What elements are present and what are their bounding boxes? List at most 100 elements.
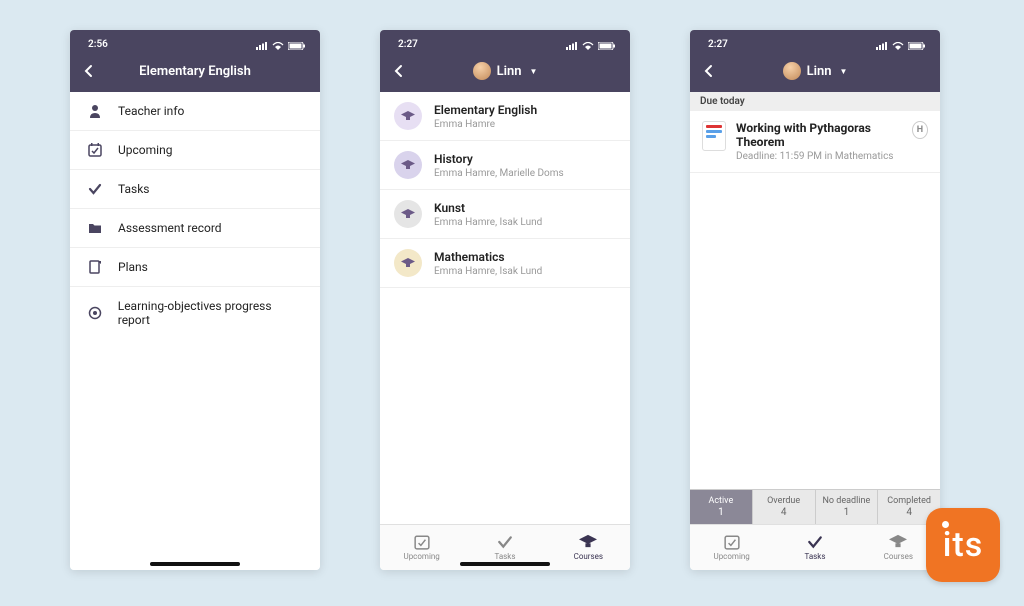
filter-no-deadline[interactable]: No deadline 1 bbox=[816, 490, 879, 524]
nav-header: Linn ▼ bbox=[690, 50, 940, 92]
phone-course-detail: 2:56 Elementary English Teacher info bbox=[70, 30, 320, 570]
its-logo: its bbox=[926, 508, 1000, 582]
course-item[interactable]: Mathematics Emma Hamre, Isak Lund bbox=[380, 239, 630, 288]
menu-label: Assessment record bbox=[118, 221, 222, 235]
tab-label: Tasks bbox=[804, 552, 825, 561]
battery-icon bbox=[598, 42, 616, 50]
course-title: History bbox=[434, 152, 564, 166]
status-indicators bbox=[876, 42, 926, 50]
menu-label: Teacher info bbox=[118, 104, 184, 118]
target-icon bbox=[86, 306, 104, 320]
signal-icon bbox=[876, 42, 888, 50]
course-subtitle: Emma Hamre bbox=[434, 119, 537, 130]
logo-dot bbox=[942, 521, 949, 528]
filter-active[interactable]: Active 1 bbox=[690, 490, 753, 524]
course-item[interactable]: Kunst Emma Hamre, Isak Lund bbox=[380, 190, 630, 239]
graduation-cap-icon bbox=[394, 151, 422, 179]
tab-label: Upcoming bbox=[404, 552, 440, 561]
tab-tasks[interactable]: Tasks bbox=[773, 525, 856, 570]
check-icon bbox=[86, 182, 104, 196]
graduation-cap-icon bbox=[394, 249, 422, 277]
home-indicator[interactable] bbox=[460, 562, 550, 566]
task-filters: Active 1 Overdue 4 No deadline 1 Complet… bbox=[690, 489, 940, 524]
tab-label: Upcoming bbox=[714, 552, 750, 561]
check-icon bbox=[806, 534, 824, 550]
status-bar: 2:27 bbox=[380, 30, 630, 50]
menu-label: Plans bbox=[118, 260, 148, 274]
plans-icon bbox=[86, 260, 104, 274]
menu-item-tasks[interactable]: Tasks bbox=[70, 170, 320, 209]
status-indicators bbox=[256, 42, 306, 50]
tab-bar: Upcoming Tasks Courses bbox=[690, 524, 940, 570]
status-time: 2:27 bbox=[708, 39, 728, 50]
graduation-cap-icon bbox=[579, 534, 597, 550]
avatar bbox=[473, 62, 491, 80]
wifi-icon bbox=[272, 42, 284, 50]
course-title: Elementary English bbox=[434, 103, 537, 117]
nav-header: Linn ▼ bbox=[380, 50, 630, 92]
tab-upcoming[interactable]: Upcoming bbox=[690, 525, 773, 570]
user-selector[interactable]: Linn ▼ bbox=[690, 62, 940, 80]
battery-icon bbox=[908, 42, 926, 50]
back-button[interactable] bbox=[78, 60, 100, 82]
menu-label: Tasks bbox=[118, 182, 150, 196]
status-time: 2:27 bbox=[398, 39, 418, 50]
tab-label: Courses bbox=[574, 552, 603, 561]
graduation-cap-icon bbox=[394, 200, 422, 228]
courses-list: Elementary English Emma Hamre History Em… bbox=[380, 92, 630, 288]
document-icon bbox=[702, 121, 726, 151]
course-item[interactable]: Elementary English Emma Hamre bbox=[380, 92, 630, 141]
menu-item-upcoming[interactable]: Upcoming bbox=[70, 131, 320, 170]
home-indicator[interactable] bbox=[150, 562, 240, 566]
chevron-down-icon: ▼ bbox=[840, 67, 848, 76]
tab-label: Courses bbox=[884, 552, 913, 561]
course-subtitle: Emma Hamre, Isak Lund bbox=[434, 266, 542, 277]
course-item[interactable]: History Emma Hamre, Marielle Doms bbox=[380, 141, 630, 190]
folder-icon bbox=[86, 221, 104, 235]
graduation-cap-icon bbox=[394, 102, 422, 130]
menu-item-assessment-record[interactable]: Assessment record bbox=[70, 209, 320, 248]
menu-item-teacher-info[interactable]: Teacher info bbox=[70, 92, 320, 131]
wifi-icon bbox=[582, 42, 594, 50]
course-menu: Teacher info Upcoming Tasks Assessment r… bbox=[70, 92, 320, 339]
filter-overdue[interactable]: Overdue 4 bbox=[753, 490, 816, 524]
status-bar: 2:27 bbox=[690, 30, 940, 50]
task-subtitle: Deadline: 11:59 PM in Mathematics bbox=[736, 151, 902, 162]
calendar-check-icon bbox=[86, 143, 104, 157]
course-subtitle: Emma Hamre, Marielle Doms bbox=[434, 168, 564, 179]
chevron-left-icon bbox=[82, 64, 96, 78]
status-indicators bbox=[566, 42, 616, 50]
menu-label: Upcoming bbox=[118, 143, 172, 157]
graduation-cap-icon bbox=[889, 534, 907, 550]
nav-header: Elementary English bbox=[70, 50, 320, 92]
course-title: Mathematics bbox=[434, 250, 542, 264]
task-badge: H bbox=[912, 121, 928, 139]
signal-icon bbox=[256, 42, 268, 50]
user-selector[interactable]: Linn ▼ bbox=[380, 62, 630, 80]
battery-icon bbox=[288, 42, 306, 50]
check-icon bbox=[496, 534, 514, 550]
status-bar: 2:56 bbox=[70, 30, 320, 50]
chevron-down-icon: ▼ bbox=[530, 67, 538, 76]
page-title: Elementary English bbox=[70, 64, 320, 79]
menu-label: Learning-objectives progress report bbox=[118, 299, 304, 327]
phone-courses-list: 2:27 Linn ▼ Elementary Engl bbox=[380, 30, 630, 570]
person-icon bbox=[86, 104, 104, 118]
status-time: 2:56 bbox=[88, 39, 108, 50]
tab-upcoming[interactable]: Upcoming bbox=[380, 525, 463, 570]
phone-tasks: 2:27 Linn ▼ Due today bbox=[690, 30, 940, 570]
calendar-check-icon bbox=[413, 534, 431, 550]
task-title: Working with Pythagoras Theorem bbox=[736, 121, 902, 149]
menu-item-learning-objectives[interactable]: Learning-objectives progress report bbox=[70, 287, 320, 339]
course-subtitle: Emma Hamre, Isak Lund bbox=[434, 217, 542, 228]
tab-courses[interactable]: Courses bbox=[547, 525, 630, 570]
section-header: Due today bbox=[690, 92, 940, 111]
signal-icon bbox=[566, 42, 578, 50]
calendar-check-icon bbox=[723, 534, 741, 550]
avatar bbox=[783, 62, 801, 80]
menu-item-plans[interactable]: Plans bbox=[70, 248, 320, 287]
tab-label: Tasks bbox=[494, 552, 515, 561]
wifi-icon bbox=[892, 42, 904, 50]
task-item[interactable]: Working with Pythagoras Theorem Deadline… bbox=[690, 111, 940, 173]
course-title: Kunst bbox=[434, 201, 542, 215]
